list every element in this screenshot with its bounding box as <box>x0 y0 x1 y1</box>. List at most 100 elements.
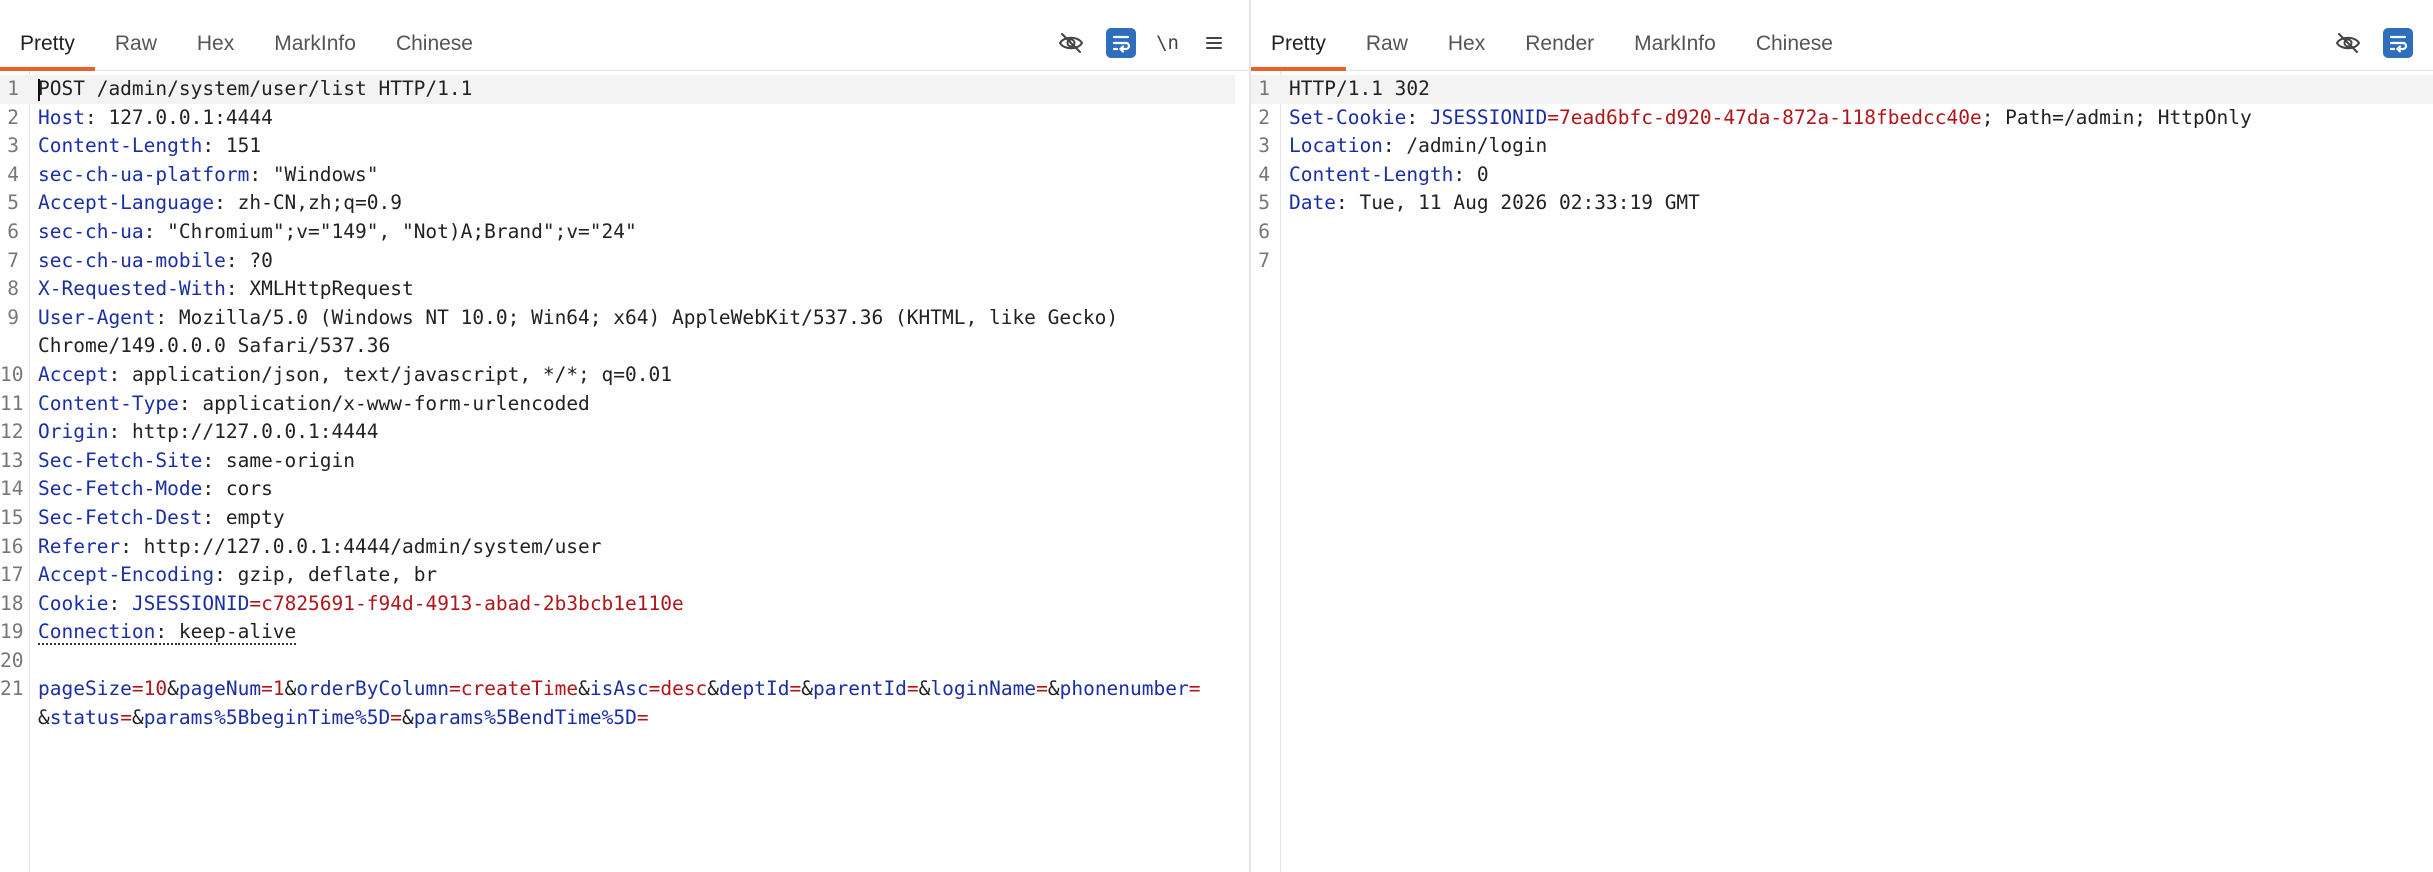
line-number: 1 <box>1258 77 1270 100</box>
hide-eye-icon[interactable] <box>2333 28 2363 58</box>
param-name: orderByColumn <box>296 677 449 701</box>
cookie-attributes: ; Path=/admin; HttpOnly <box>1981 105 2252 129</box>
param-name: parentId <box>813 677 907 701</box>
param-value: createTime <box>460 677 579 701</box>
param-name: phonenumber <box>1059 677 1189 701</box>
response-editor[interactable]: 1 HTTP/1.1 302 2 Set-Cookie: JSESSIONID=7ea… <box>1251 75 2433 275</box>
line-number: 5 <box>1258 191 1270 215</box>
header-name: Sec-Fetch-Site <box>38 448 203 472</box>
header-value: http://127.0.0.1:4444 <box>131 420 379 444</box>
menu-icon[interactable] <box>1199 28 1229 58</box>
line-number: 3 <box>7 134 19 158</box>
code-line: 13 Sec-Fetch-Site: same-origin <box>0 447 1249 476</box>
line-content: Content-Type: application/x-www-form-url… <box>38 392 590 415</box>
header-value: application/json, text/javascript, */*; … <box>131 362 672 386</box>
line-number: 4 <box>1258 162 1270 186</box>
header-name: Sec-Fetch-Dest <box>38 505 203 529</box>
line-number: 2 <box>1258 105 1270 129</box>
header-name: Content-Length <box>38 134 203 158</box>
line-content: Sec-Fetch-Dest: empty <box>38 506 285 529</box>
tab-markinfo[interactable]: MarkInfo <box>1614 0 1736 70</box>
tab-pretty[interactable]: Pretty <box>0 0 95 71</box>
header-value: 127.0.0.1:4444 <box>108 105 273 129</box>
header-field: Connection: keep-alive <box>38 620 297 644</box>
line-content: X-Requested-With: XMLHttpRequest <box>38 277 414 300</box>
request-editor[interactable]: 1 POST /admin/system/user/list HTTP/1.1 2 H… <box>0 75 1249 733</box>
wrap-lines-icon[interactable] <box>2383 28 2413 58</box>
code-line: 3 Content-Length: 151 <box>0 132 1249 161</box>
tab-chinese[interactable]: Chinese <box>1736 0 1853 70</box>
tab-chinese[interactable]: Chinese <box>376 0 493 70</box>
header-field: Content-Type: application/x-www-form-url… <box>38 391 590 415</box>
tab-render[interactable]: Render <box>1505 0 1614 70</box>
header-value: ?0 <box>249 248 273 272</box>
tab-raw[interactable]: Raw <box>1346 0 1428 70</box>
tab-hex[interactable]: Hex <box>1428 0 1505 70</box>
header-field: sec-ch-ua-mobile: ?0 <box>38 248 273 272</box>
line-content: Sec-Fetch-Mode: cors <box>38 477 273 500</box>
tab-raw[interactable]: Raw <box>95 0 177 70</box>
newline-toggle[interactable]: \n <box>1156 28 1179 58</box>
line-number: 8 <box>7 277 19 301</box>
line-number: 17 <box>0 563 24 587</box>
param-name: params%5BbeginTime%5D <box>143 706 391 730</box>
request-tabs: Pretty Raw Hex MarkInfo Chinese <box>0 0 493 71</box>
header-name: X-Requested-With <box>38 277 226 301</box>
line-content: User-Agent: Mozilla/5.0 (Windows NT 10.0… <box>38 306 1118 329</box>
hide-eye-icon[interactable] <box>1056 28 1086 58</box>
code-line: 9 User-Agent: Mozilla/5.0 (Windows NT 10.… <box>0 304 1249 333</box>
line-number: 6 <box>7 219 19 243</box>
code-line: 12 Origin: http://127.0.0.1:4444 <box>0 418 1249 447</box>
cookie-value: 7ead6bfc-d920-47da-872a-118fbedcc40e <box>1559 105 1982 129</box>
code-line: 1 HTTP/1.1 302 <box>1251 75 2433 104</box>
code-line: 19 Connection: keep-alive <box>0 618 1249 647</box>
tab-markinfo[interactable]: MarkInfo <box>254 0 376 70</box>
line-content: Cookie: JSESSIONID=c7825691-f94d-4913-ab… <box>38 592 684 615</box>
header-field: Content-Length: 0 <box>1289 162 1489 186</box>
line-number: 6 <box>1258 219 1270 243</box>
param-name: deptId <box>719 677 790 701</box>
header-name: Content-Length <box>1289 162 1454 186</box>
response-pane: Pretty Raw Hex Render MarkInfo Chinese 1… <box>1251 0 2433 872</box>
tab-pretty[interactable]: Pretty <box>1251 0 1346 71</box>
header-field: Host: 127.0.0.1:4444 <box>38 105 273 129</box>
line-content: pageSize=10&pageNum=1&orderByColumn=crea… <box>38 677 1201 701</box>
header-value: http://127.0.0.1:4444/admin/system/user <box>143 534 602 558</box>
param-name: isAsc <box>589 677 649 701</box>
line-number: 16 <box>0 534 24 558</box>
param-value: 1 <box>272 677 285 701</box>
header-name: sec-ch-ua-platform <box>38 162 250 186</box>
line-number: 3 <box>1258 134 1270 158</box>
header-field: Referer: http://127.0.0.1:4444/admin/sys… <box>38 534 602 558</box>
header-value-wrap: Chrome/149.0.0.0 Safari/537.36 <box>38 334 391 358</box>
header-field: Sec-Fetch-Site: same-origin <box>38 448 355 472</box>
wrap-lines-icon[interactable] <box>1106 28 1137 58</box>
line-content: Referer: http://127.0.0.1:4444/admin/sys… <box>38 535 602 558</box>
header-name: Accept-Language <box>38 191 215 215</box>
response-toolbar: \n <box>2333 28 2433 58</box>
header-name: sec-ch-ua-mobile <box>38 248 226 272</box>
header-name: Accept <box>38 362 109 386</box>
line-number: 20 <box>0 648 24 672</box>
header-field: Accept-Encoding: gzip, deflate, br <box>38 563 438 587</box>
code-line: 3 Location: /admin/login <box>1251 132 2433 161</box>
param-value: 10 <box>143 677 168 701</box>
header-value: 0 <box>1476 162 1489 186</box>
code-line: 5 Date: Tue, 11 Aug 2026 02:33:19 GMT <box>1251 189 2433 218</box>
code-line: 2 Host: 127.0.0.1:4444 <box>0 104 1249 133</box>
response-body: 1 HTTP/1.1 302 2 Set-Cookie: JSESSIONID=7ea… <box>1251 71 2433 872</box>
line-content: &status=&params%5BbeginTime%5D=&params%5… <box>38 706 649 730</box>
header-value: cors <box>225 477 273 501</box>
line-number: 10 <box>0 362 24 386</box>
header-field: sec-ch-ua: "Chromium";v="149", "Not)A;Br… <box>38 219 637 243</box>
header-name: Content-Type <box>38 391 179 415</box>
header-name: Sec-Fetch-Mode <box>38 477 203 501</box>
line-content: sec-ch-ua-mobile: ?0 <box>38 249 273 272</box>
code-line: 7 <box>1251 247 2433 276</box>
param-name: loginName <box>930 677 1037 701</box>
header-name: Referer <box>38 534 121 558</box>
code-line: 2 Set-Cookie: JSESSIONID=7ead6bfc-d920-47… <box>1251 104 2433 133</box>
header-value: same-origin <box>225 448 355 472</box>
header-field: Cookie: JSESSIONID=c7825691-f94d-4913-ab… <box>38 591 684 615</box>
tab-hex[interactable]: Hex <box>177 0 254 70</box>
